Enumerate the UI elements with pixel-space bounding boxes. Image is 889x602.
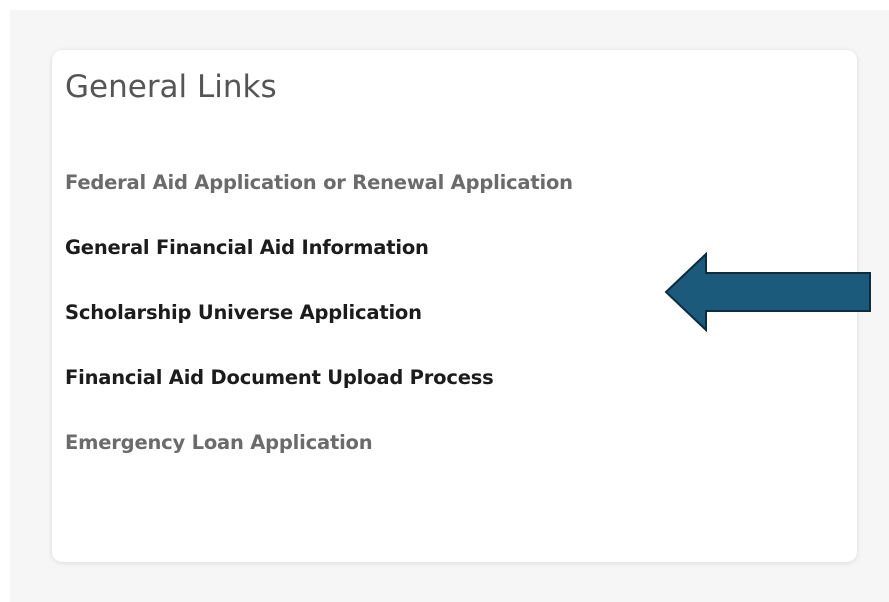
list-item: Financial Aid Document Upload Process xyxy=(65,345,573,410)
link-federal-aid-application[interactable]: Federal Aid Application or Renewal Appli… xyxy=(65,171,573,194)
list-item: General Financial Aid Information xyxy=(65,215,573,280)
left-arrow-icon xyxy=(664,252,871,332)
card-title: General Links xyxy=(65,69,277,105)
link-financial-aid-document-upload[interactable]: Financial Aid Document Upload Process xyxy=(65,366,494,389)
link-general-financial-aid-information[interactable]: General Financial Aid Information xyxy=(65,236,429,259)
list-item: Emergency Loan Application xyxy=(65,410,573,475)
list-item: Scholarship Universe Application xyxy=(65,280,573,345)
arrow-shape xyxy=(664,252,871,332)
link-emergency-loan-application[interactable]: Emergency Loan Application xyxy=(65,431,373,454)
page: General Links Federal Aid Application or… xyxy=(0,0,889,602)
list-item: Federal Aid Application or Renewal Appli… xyxy=(65,150,573,215)
link-scholarship-universe-application[interactable]: Scholarship Universe Application xyxy=(65,301,422,324)
general-links-list: Federal Aid Application or Renewal Appli… xyxy=(65,150,573,475)
